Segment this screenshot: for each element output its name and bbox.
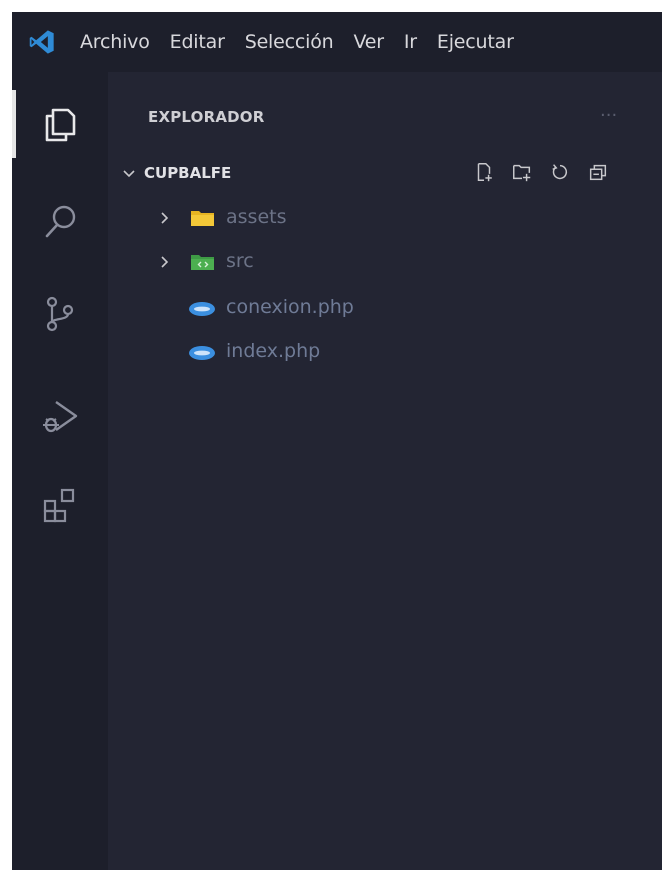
run-debug-icon[interactable] — [36, 392, 84, 440]
tree-item-label: conexion.php — [226, 296, 354, 318]
tree-item-assets[interactable]: assets — [108, 200, 662, 236]
new-folder-icon[interactable] — [510, 160, 534, 184]
folder-actions — [472, 160, 610, 184]
explorer-title: EXPLORADOR — [148, 108, 265, 126]
menu-seleccion[interactable]: Selección — [245, 31, 334, 53]
php-file-icon — [189, 346, 215, 360]
active-view-indicator — [12, 90, 16, 158]
vscode-window: Archivo Editar Selección Ver Ir Ejecutar — [12, 12, 662, 870]
tree-item-src[interactable]: src — [108, 244, 662, 280]
tree-item-index-php[interactable]: index.php — [108, 334, 662, 370]
folder-icon — [191, 211, 214, 226]
tree-item-conexion-php[interactable]: conexion.php — [108, 290, 662, 326]
chevron-down-icon — [123, 170, 135, 178]
new-file-icon[interactable] — [472, 160, 496, 184]
menu-archivo[interactable]: Archivo — [80, 31, 150, 53]
tree-item-label: assets — [226, 206, 287, 228]
menu-ver[interactable]: Ver — [353, 31, 384, 53]
menu-bar: Archivo Editar Selección Ver Ir Ejecutar — [12, 12, 662, 72]
search-icon[interactable] — [36, 198, 84, 246]
menu-editar[interactable]: Editar — [170, 31, 225, 53]
chevron-right-icon — [161, 212, 169, 224]
tree-item-label: index.php — [226, 340, 321, 362]
workspace-folder-name: CUPBALFE — [144, 164, 232, 182]
explorer-sidebar: EXPLORADOR ... CUPBALFE assets src conex… — [108, 72, 662, 870]
activity-bar — [12, 72, 108, 870]
extensions-icon[interactable] — [36, 482, 84, 530]
menu-ejecutar[interactable]: Ejecutar — [437, 31, 514, 53]
menu-ir[interactable]: Ir — [404, 31, 417, 53]
src-folder-icon — [191, 255, 214, 270]
refresh-icon[interactable] — [548, 160, 572, 184]
workspace-folder-header[interactable]: CUPBALFE — [108, 158, 662, 190]
collapse-all-icon[interactable] — [586, 160, 610, 184]
php-file-icon — [189, 302, 215, 316]
chevron-right-icon — [161, 256, 169, 268]
source-control-icon[interactable] — [36, 290, 84, 338]
vscode-logo-icon — [28, 28, 56, 56]
tree-item-label: src — [226, 250, 254, 272]
explorer-icon[interactable] — [36, 100, 84, 148]
more-actions-button[interactable]: ... — [600, 100, 617, 121]
